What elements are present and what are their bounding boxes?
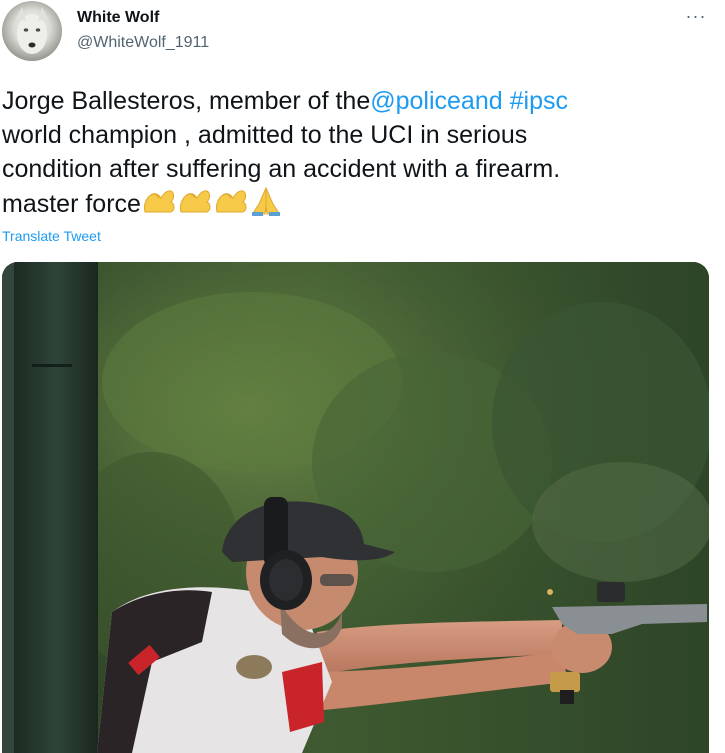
tweet-line-2: world champion , admitted to the UCI in …: [2, 121, 528, 149]
tweet-text-segment: Jorge Ballesteros, member of the: [2, 87, 371, 115]
flexed-biceps-icon: [213, 186, 249, 225]
flexed-biceps-icon: [177, 186, 213, 225]
flexed-biceps-icon: [141, 186, 177, 225]
translate-tweet-link[interactable]: Translate Tweet: [2, 227, 101, 245]
hashtag-link[interactable]: #ipsc: [510, 87, 568, 115]
tweet-text: Jorge Ballesteros, member of the@policea…: [2, 84, 717, 225]
tweet-photo[interactable]: [2, 262, 709, 753]
tweet-line-4: master force: [2, 186, 717, 225]
white-wolf-avatar-icon: [16, 7, 48, 54]
folded-hands-icon: [249, 186, 283, 225]
tweet-line-1: Jorge Ballesteros, member of the@policea…: [2, 84, 717, 118]
more-options-icon[interactable]: ···: [678, 6, 714, 30]
mention-link[interactable]: @policeand: [370, 87, 502, 115]
shooter-photo-image: [2, 262, 709, 753]
tweet-line-3: condition after suffering an accident wi…: [2, 155, 561, 183]
tweet-text-segment: master force: [2, 190, 141, 218]
display-name[interactable]: White Wolf: [77, 8, 159, 28]
user-handle[interactable]: @WhiteWolf_1911: [77, 33, 209, 53]
tweet-card: White Wolf @WhiteWolf_1911 ··· Jorge Bal…: [0, 0, 725, 753]
avatar[interactable]: [2, 1, 62, 61]
